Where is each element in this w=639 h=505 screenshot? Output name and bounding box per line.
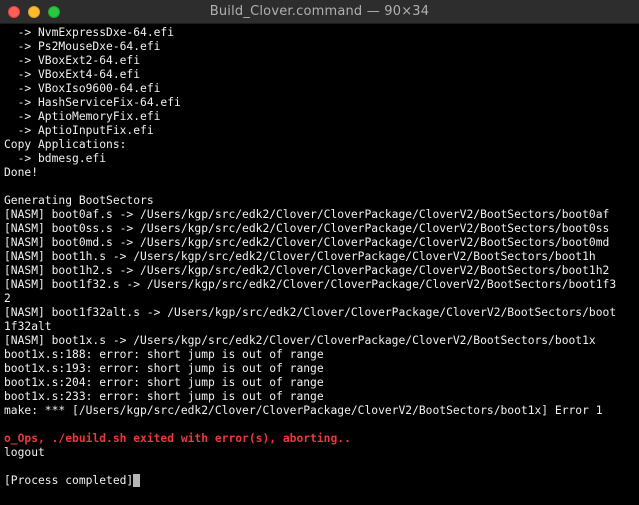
terminal-line: -> NvmExpressDxe-64.efi [4,26,175,39]
terminal-line: [NASM] boot1h.s -> /Users/kgp/src/edk2/C… [4,250,596,263]
terminal-line: -> VBoxExt2-64.efi [4,54,141,67]
terminal-line: -> AptioInputFix.efi [4,124,154,137]
terminal-line: -> HashServiceFix-64.efi [4,96,181,109]
terminal-line: [NASM] boot0md.s -> /Users/kgp/src/edk2/… [4,236,610,249]
terminal-line: boot1x.s:193: error: short jump is out o… [4,362,324,375]
terminal-line: Generating BootSectors [4,194,154,207]
title-bar[interactable]: Build_Clover.command — 90×34 [0,0,639,24]
terminal-output[interactable]: -> NvmExpressDxe-64.efi -> Ps2MouseDxe-6… [4,26,638,502]
terminal-line: -> VBoxIso9600-64.efi [4,82,161,95]
terminal-window: Build_Clover.command — 90×34 -> NvmExpre… [0,0,639,505]
terminal-line: [NASM] boot0af.s -> /Users/kgp/src/edk2/… [4,208,610,221]
terminal-line: logout [4,446,45,459]
terminal-line: [NASM] boot1f32alt.s -> /Users/kgp/src/e… [4,306,617,319]
window-title: Build_Clover.command — 90×34 [209,4,430,19]
terminal-line: [NASM] boot1x.s -> /Users/kgp/src/edk2/C… [4,334,596,347]
terminal-line: -> AptioMemoryFix.efi [4,110,161,123]
text-cursor [133,474,141,487]
error-message-line: o_Ops, ./ebuild.sh exited with error(s),… [4,432,351,445]
terminal-line: boot1x.s:204: error: short jump is out o… [4,376,324,389]
terminal-line: Done! [4,166,39,179]
process-completed-line: [Process completed] [4,474,638,488]
terminal-line: [NASM] boot1h2.s -> /Users/kgp/src/edk2/… [4,264,610,277]
terminal-line: boot1x.s:188: error: short jump is out o… [4,348,324,361]
terminal-line: -> bdmesg.efi [4,152,107,165]
process-completed-text: [Process completed] [4,474,134,487]
terminal-line: boot1x.s:233: error: short jump is out o… [4,390,324,403]
terminal-line: -> VBoxExt4-64.efi [4,68,141,81]
terminal-line: [NASM] boot0ss.s -> /Users/kgp/src/edk2/… [4,222,610,235]
terminal-line: [NASM] boot1f32.s -> /Users/kgp/src/edk2… [4,278,617,291]
terminal-line: Copy Applications: [4,138,127,151]
terminal-line: 1f32alt [4,320,52,333]
terminal-line: make: *** [/Users/kgp/src/edk2/Clover/Cl… [4,404,603,417]
terminal-line: 2 [4,292,11,305]
terminal-line: -> Ps2MouseDxe-64.efi [4,40,161,53]
